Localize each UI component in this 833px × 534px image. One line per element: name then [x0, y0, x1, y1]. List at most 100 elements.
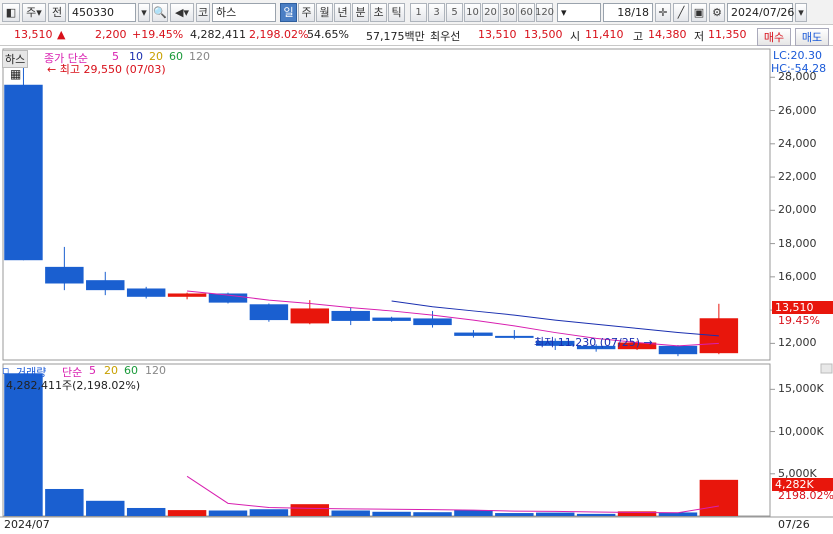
volume-bar-11 — [454, 510, 493, 516]
vol-ma-20-label: 20 — [104, 364, 118, 377]
max-price-text: 최고 29,550 (07/03) — [59, 63, 166, 76]
ma-120-label: 120 — [189, 50, 210, 63]
volume-bar-4 — [167, 510, 207, 516]
price-tick-label-4: 20,000 — [778, 203, 817, 217]
chart-area[interactable]: 하스 ▦ 종가 단순 5 10 20 60 120 ← 최고 29,550 (0… — [0, 46, 833, 534]
candle-body-9 — [372, 317, 411, 321]
stock-name: 하스 — [216, 6, 237, 19]
period-button-120[interactable]: 120 — [535, 2, 554, 22]
high-price: 14,380 — [648, 28, 687, 41]
min-price-text: 최저 11,230 (07/25) — [534, 336, 641, 349]
interval-tab-5[interactable]: 초 — [370, 2, 387, 22]
max-price-label: ← 최고 29,550 (07/03) — [47, 63, 166, 76]
code-input[interactable]: 450330 — [68, 2, 136, 22]
period-button-1[interactable]: 1 — [410, 2, 427, 22]
prefix-button[interactable]: 전 — [48, 2, 66, 22]
lc-label: LC:20.30 — [773, 49, 823, 62]
interval-tab-1[interactable]: 주 — [298, 2, 315, 22]
high-label: 고 — [633, 30, 644, 43]
x-axis-end: 07/26 — [778, 518, 810, 531]
volume-bar-2 — [86, 500, 125, 516]
max-volume-label: 4,282,411주(2,198.02%) — [6, 379, 141, 392]
market-prefix[interactable]: 코 — [196, 2, 210, 22]
candle-body-6 — [249, 304, 289, 321]
candle-body-16 — [658, 345, 698, 355]
calendar-icon[interactable]: ▦ — [10, 67, 21, 81]
current-pct-tag: 19.45% — [778, 314, 820, 327]
page-indicator: 18/18 — [603, 2, 653, 22]
page-value: 18/18 — [617, 5, 649, 19]
period-button-60[interactable]: 60 — [518, 2, 535, 22]
min-price-label: 최저 11,230 (07/25) → — [534, 336, 653, 349]
volume-tick-label-1: 10,000K — [778, 424, 824, 438]
ma-60-label: 60 — [169, 50, 183, 63]
volume-scroll-icon — [820, 363, 833, 374]
volume-bar-8 — [331, 510, 370, 516]
chart-type-label: 주 — [26, 6, 37, 19]
candle-body-12 — [495, 335, 534, 338]
interval-tabs: 일주월년분초틱 — [280, 2, 405, 22]
turnover-pct: 54.65% — [307, 28, 349, 41]
volume-bar-10 — [413, 512, 452, 516]
stock-name-field[interactable]: 하스 — [212, 2, 276, 22]
candle-body-4 — [167, 293, 207, 297]
buy-button[interactable]: 매수 — [757, 28, 791, 46]
vol-ma-5-label: 5 — [89, 364, 96, 377]
interval-tab-4[interactable]: 분 — [352, 2, 369, 22]
change-pct: +19.45% — [132, 28, 184, 41]
current-volume-pct: 2198.02% — [778, 489, 833, 502]
price-tick-label-5: 18,000 — [778, 236, 817, 250]
chart-icon-2[interactable]: ╱ — [673, 2, 689, 22]
volume-bar-0 — [4, 373, 43, 516]
code-value: 450330 — [72, 5, 114, 19]
period-button-5[interactable]: 5 — [446, 2, 463, 22]
search-icon[interactable]: 🔍 — [152, 2, 168, 22]
gear-icon[interactable]: ⚙ — [709, 2, 725, 22]
chart-svg[interactable] — [0, 46, 833, 534]
period-select[interactable]: ▾ — [557, 2, 601, 22]
period-button-30[interactable]: 30 — [500, 2, 517, 22]
chart-type-select[interactable]: 주 ▾ — [22, 2, 46, 22]
volume-bar-9 — [372, 511, 411, 516]
period-button-10[interactable]: 10 — [464, 2, 481, 22]
sell-button[interactable]: 매도 — [795, 28, 829, 46]
volume-bar-14 — [576, 513, 616, 516]
up-arrow-icon: ▲ — [57, 28, 66, 41]
low-label: 저 — [694, 30, 705, 43]
open-label: 시 — [570, 30, 581, 43]
volume-bar-7 — [290, 504, 330, 516]
interval-tab-2[interactable]: 월 — [316, 2, 333, 22]
bid-price: 13,500 — [524, 28, 563, 41]
chart-icon[interactable]: ◧ — [2, 2, 20, 22]
crosshair-icon[interactable]: ✛ — [655, 2, 671, 22]
ask-price: 13,510 — [478, 28, 517, 41]
price-panel-name: 하스 — [2, 50, 29, 68]
candle-body-0 — [4, 84, 43, 261]
candle-body-2 — [86, 280, 125, 291]
current-price: 13,510 — [14, 28, 53, 41]
history-icon[interactable]: ◀▾ — [170, 2, 194, 22]
candle-body-7 — [290, 308, 330, 324]
date-dropdown-icon[interactable]: ▾ — [795, 2, 807, 22]
price-tick-label-2: 24,000 — [778, 136, 817, 150]
period-button-3[interactable]: 3 — [428, 2, 445, 22]
price-panel-frame — [2, 48, 771, 361]
interval-tab-0[interactable]: 일 — [280, 2, 297, 22]
period-button-20[interactable]: 20 — [482, 2, 499, 22]
candle-body-1 — [45, 266, 84, 284]
save-icon[interactable]: ▣ — [691, 2, 707, 22]
volume-bar-17 — [699, 479, 739, 516]
priority-label: 최우선 — [430, 30, 461, 43]
interval-tab-3[interactable]: 년 — [334, 2, 351, 22]
date-field[interactable]: 2024/07/26 — [727, 2, 794, 22]
volume-bar-13 — [536, 512, 575, 516]
x-axis-start: 2024/07 — [4, 518, 50, 531]
interval-tab-6[interactable]: 틱 — [388, 2, 405, 22]
change-value: 2,200 — [95, 28, 127, 41]
code-dropdown-icon[interactable]: ▾ — [138, 2, 150, 22]
volume-pct: 2,198.02% — [249, 28, 309, 41]
volume-value: 4,282,411 — [190, 28, 246, 41]
toolbar: ◧ 주 ▾ 전 450330 ▾ 🔍 ◀▾ 코 하스 일주월년분초틱 1 3 5 10 2… — [0, 0, 833, 25]
price-tick-label-0: 28,000 — [778, 70, 817, 84]
volume-tick-label-0: 15,000K — [778, 382, 824, 396]
